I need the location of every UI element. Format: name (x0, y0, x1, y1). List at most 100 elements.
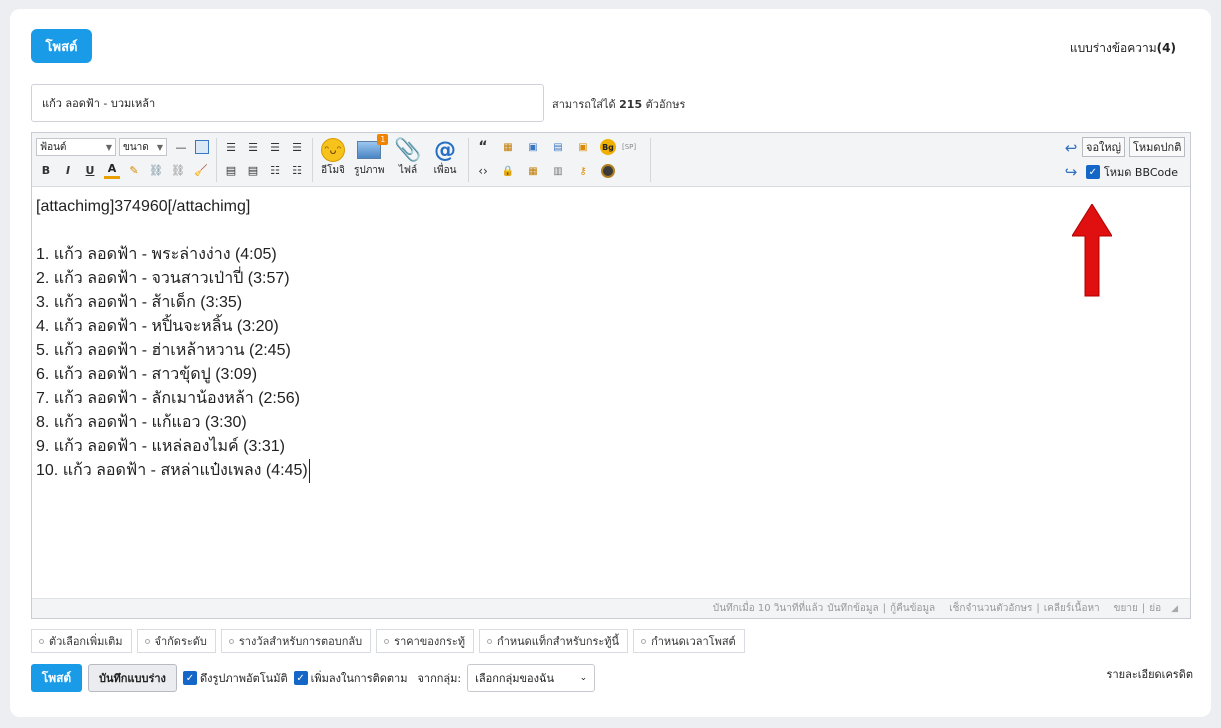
toolbar-divider (468, 138, 469, 182)
editor-line: 3. แก้ว ลอดฟ้า - ส้าเด็ก (3:35) (36, 294, 243, 311)
smiley-icon: ᵔᴗᵔ (320, 137, 346, 163)
bullet-icon (144, 638, 150, 644)
follow-option[interactable]: ✓ เพิ่มลงในการติดตาม (293, 669, 408, 687)
emoji-button[interactable]: ᵔᴗᵔ อีโมจิ (320, 137, 346, 178)
bullet-icon (487, 638, 493, 644)
char-count-link[interactable]: เช็กจำนวนตัวอักษร (949, 601, 1032, 616)
hide-content-icon[interactable]: ▦ (500, 139, 516, 155)
group-select[interactable]: เลือกกลุ่มของฉัน ⌄ (467, 664, 596, 692)
save-data-link[interactable]: บันทึกข้อมูล (827, 601, 878, 616)
horizontal-rule-icon[interactable]: — (172, 138, 190, 156)
credit-details-link[interactable]: รายละเอียดเครดิต (1107, 665, 1193, 683)
underline-icon[interactable]: U (82, 161, 98, 179)
option-reply-reward[interactable]: รางวัลสำหรับการตอบกลับ (220, 629, 372, 653)
mention-friend-button[interactable]: @ เพื่อน (432, 137, 458, 178)
post-button[interactable]: โพสต์ (31, 664, 82, 692)
unordered-list-icon[interactable]: ☷ (288, 161, 306, 179)
post-button-top[interactable]: โพสต์ (31, 29, 92, 63)
bbcode-checkbox[interactable]: ✓ (1085, 165, 1100, 179)
unlink-icon[interactable]: ⛓ (170, 161, 186, 179)
image-label: รูปภาพ (354, 165, 385, 176)
list-box-icon[interactable]: ▤ (550, 139, 566, 155)
chevron-down-icon: ▼ (105, 142, 112, 152)
bullet-icon (384, 638, 390, 644)
drafts-link[interactable]: แบบร่างข้อความ(4) (1070, 39, 1176, 58)
image-button[interactable]: 1 รูปภาพ (354, 134, 389, 178)
option-label: ตัวเลือกเพิ่มเติม (49, 635, 123, 648)
clear-format-icon[interactable]: 🧹 (192, 161, 210, 179)
align-justify-icon[interactable]: ☰ (288, 138, 306, 156)
size-select[interactable]: ขนาด ▼ (119, 138, 167, 156)
at-sign-icon: @ (434, 137, 456, 163)
image-badge: 1 (377, 134, 389, 145)
fullscreen-button[interactable]: จอใหญ่ (1082, 137, 1126, 157)
editor-line: 8. แก้ว ลอดฟ้า - แก้แอว (3:30) (36, 414, 247, 431)
editor-line: 6. แก้ว ลอดฟ้า - สาวขุ้ดปู (3:09) (36, 366, 258, 383)
undo-icon[interactable]: ↩ (1062, 139, 1080, 157)
editor-statusbar: บันทึกเมื่อ 10 วินาทีที่แล้ว บันทึกข้อมู… (32, 598, 1190, 618)
char-hint-prefix: สามารถใส่ได้ (552, 98, 616, 111)
indent-icon[interactable]: ▤ (244, 161, 262, 179)
option-label: กำหนดแท็กสำหรับกระทู้นี้ (497, 635, 620, 648)
table-icon[interactable] (193, 138, 211, 156)
align-left-icon[interactable]: ☰ (222, 138, 240, 156)
follow-checkbox[interactable]: ✓ (293, 671, 308, 685)
editor-textarea[interactable]: [attachimg]374960[/attachimg] 1. แก้ว ลอ… (36, 195, 1036, 483)
ordered-list-icon[interactable]: ☷ (266, 161, 284, 179)
italic-icon[interactable]: I (60, 161, 76, 179)
quote-icon[interactable]: “ (475, 139, 491, 155)
post-editor-card: โพสต์ แบบร่างข้อความ(4) สามารถใส่ได้ 215… (10, 9, 1211, 717)
link-icon[interactable]: ⛓ (148, 161, 164, 179)
file-button[interactable]: 📎 ไฟล์ (394, 137, 422, 178)
highlight-icon[interactable]: ✎ (126, 161, 142, 179)
spoiler-icon[interactable]: [SP] (622, 139, 636, 155)
normal-mode-button[interactable]: โหมดปกติ (1129, 137, 1186, 157)
char-hint-count: 215 (619, 98, 643, 111)
image-icon: 1 (356, 134, 389, 163)
font-color-icon[interactable]: A (104, 161, 120, 179)
editor-line: 9. แก้ว ลอดฟ้า - แหล่ลองไมค์ (3:31) (36, 438, 285, 455)
title-input[interactable] (31, 84, 544, 122)
media-icon[interactable]: ▣ (575, 139, 591, 155)
paragraph-icon[interactable]: ▤ (222, 161, 240, 179)
align-center-icon[interactable]: ☰ (244, 138, 262, 156)
option-more[interactable]: ตัวเลือกเพิ่มเติม (31, 629, 132, 653)
columns-icon[interactable]: ▥ (550, 163, 566, 179)
paperclip-icon: 📎 (394, 137, 422, 163)
option-tags[interactable]: กำหนดแท็กสำหรับกระทู้นี้ (479, 629, 629, 653)
editor-line: 5. แก้ว ลอดฟ้า - ฮ่าเหล้าหวาน (2:45) (36, 342, 291, 359)
bold-icon[interactable]: B (38, 161, 54, 179)
align-right-icon[interactable]: ☰ (266, 138, 284, 156)
auto-image-option[interactable]: ✓ ดึงรูปภาพอัตโนมัติ (182, 669, 288, 687)
auto-image-label: ดึงรูปภาพอัตโนมัติ (199, 672, 288, 685)
option-schedule[interactable]: กำหนดเวลาโพสต์ (633, 629, 745, 653)
clear-content-link[interactable]: เคลียร์เนื้อหา (1044, 601, 1100, 616)
emoji-label: อีโมจิ (321, 165, 345, 176)
lock-icon[interactable]: 🔒 (500, 163, 516, 179)
music-disc-icon[interactable] (600, 163, 616, 179)
background-icon[interactable]: Bg (600, 139, 616, 155)
font-select-label: ฟ้อนต์ (40, 141, 67, 153)
restore-data-link[interactable]: กู้คืนข้อมูล (890, 601, 935, 616)
bullet-icon (228, 638, 234, 644)
code-icon[interactable]: ‹› (475, 163, 491, 179)
redo-icon[interactable]: ↪ (1062, 163, 1080, 181)
bullet-icon (641, 638, 647, 644)
option-restrict-level[interactable]: จำกัดระดับ (136, 629, 216, 653)
font-select[interactable]: ฟ้อนต์ ▼ (36, 138, 116, 156)
bullet-icon (39, 638, 44, 644)
toolbar-divider (312, 138, 313, 182)
resize-grip-icon[interactable]: ◢ (1171, 604, 1178, 614)
shrink-link[interactable]: ย่อ (1149, 601, 1161, 616)
free-content-icon[interactable]: ▦ (525, 163, 541, 179)
bbcode-toggle[interactable]: ✓ โหมด BBCode (1085, 163, 1178, 181)
follow-label: เพิ่มลงในการติดตาม (310, 672, 408, 685)
option-thread-price[interactable]: ราคาของกระทู้ (376, 629, 475, 653)
option-label: จำกัดระดับ (154, 635, 207, 648)
web-icon[interactable]: ▣ (525, 139, 541, 155)
auto-image-checkbox[interactable]: ✓ (182, 671, 197, 685)
expand-link[interactable]: ขยาย (1114, 601, 1138, 616)
editor-line: 7. แก้ว ลอดฟ้า - ลักเมาน้องหล้า (2:56) (36, 390, 300, 407)
save-draft-button[interactable]: บันทึกแบบร่าง (88, 664, 177, 692)
user-key-icon[interactable]: ⚷ (575, 163, 591, 179)
